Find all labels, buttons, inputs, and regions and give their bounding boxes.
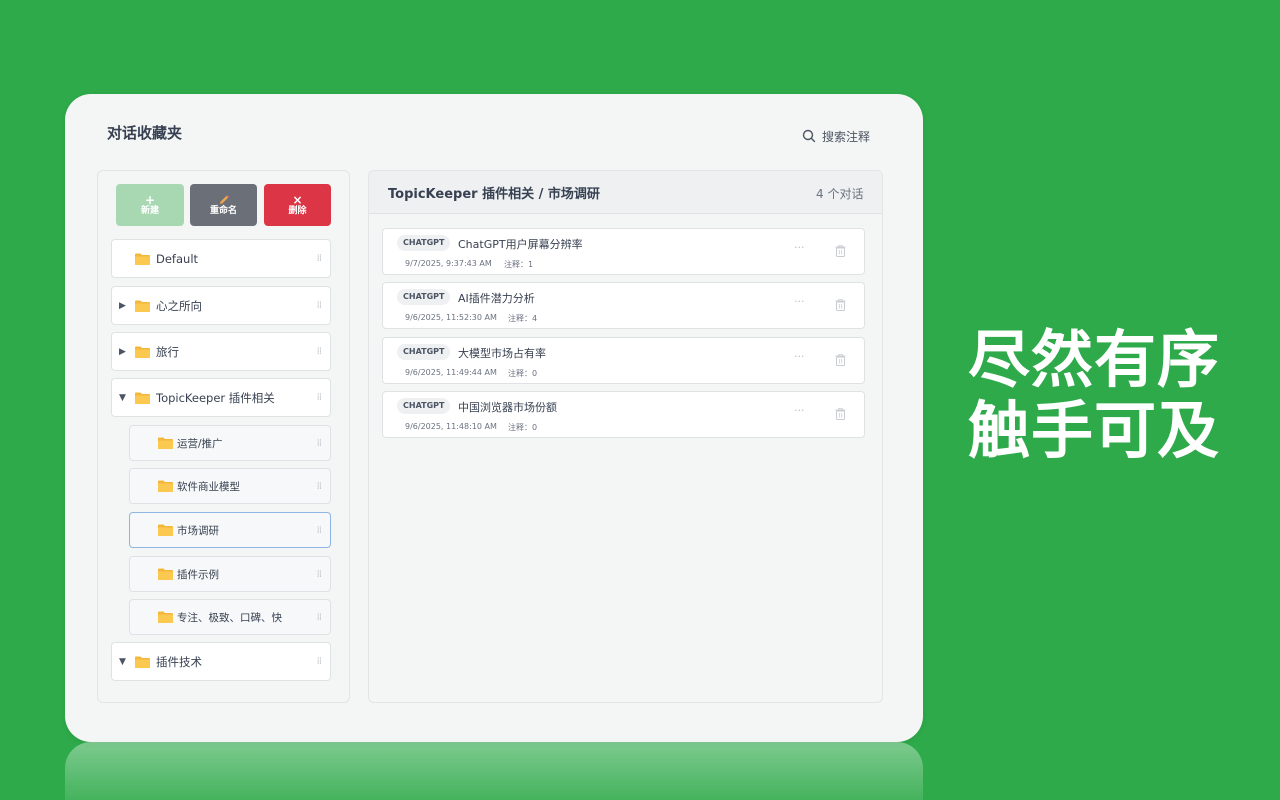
- drag-handle-icon[interactable]: ⁞⁞: [317, 392, 321, 403]
- folder-label: 插件技术: [156, 654, 202, 670]
- drag-handle-icon[interactable]: ⁞⁞: [317, 438, 321, 449]
- note-count: 注释：0: [508, 368, 537, 379]
- folder-icon: [158, 568, 173, 580]
- rename-folder-button[interactable]: 重命名: [190, 184, 257, 226]
- folder-item-lvxing[interactable]: ▶ 旅行 ⁞⁞: [111, 332, 331, 371]
- folder-icon: [158, 611, 173, 623]
- conversation-date: 9/6/2025, 11:52:30 AM: [405, 313, 497, 322]
- folder-item-plugin-tech[interactable]: ▼ 插件技术 ⁞⁞: [111, 642, 331, 681]
- conversation-title[interactable]: 中国浏览器市场份额: [458, 399, 557, 415]
- trash-icon[interactable]: [835, 299, 846, 311]
- slogan-line-1: 尽然有序: [968, 324, 1220, 395]
- slogan-line-2: 触手可及: [968, 395, 1220, 466]
- folder-label: 旅行: [156, 344, 179, 360]
- folder-icon: [158, 524, 173, 536]
- drag-handle-icon[interactable]: ⁞⁞: [317, 525, 321, 536]
- drag-handle-icon[interactable]: ⁞⁞: [317, 300, 321, 311]
- plus-icon: +: [145, 194, 155, 206]
- conversation-date: 9/7/2025, 9:37:43 AM: [405, 259, 492, 268]
- source-badge: CHATGPT: [397, 235, 450, 251]
- conversation-item[interactable]: CHATGPT ChatGPT用户屏幕分辨率 9/7/2025, 9:37:43…: [382, 228, 865, 275]
- drag-handle-icon[interactable]: ⁞⁞: [317, 253, 321, 264]
- subfolder-item-market-research[interactable]: 市场调研 ⁞⁞: [129, 512, 331, 548]
- folder-label: 市场调研: [177, 523, 219, 538]
- search-notes-label: 搜索注释: [822, 128, 870, 145]
- drag-handle-icon[interactable]: ⁞⁞: [317, 656, 321, 667]
- rename-folder-label: 重命名: [210, 206, 237, 217]
- more-options-icon[interactable]: ···: [794, 295, 805, 308]
- breadcrumb: TopicKeeper 插件相关 / 市场调研: [388, 183, 600, 202]
- subfolder-item-focus[interactable]: 专注、极致、口碑、快 ⁞⁞: [129, 599, 331, 635]
- subfolder-item-plugin-examples[interactable]: 插件示例 ⁞⁞: [129, 556, 331, 592]
- folder-icon: [135, 300, 150, 312]
- trash-icon[interactable]: [835, 245, 846, 257]
- conversation-item[interactable]: CHATGPT 中国浏览器市场份额 9/6/2025, 11:48:10 AM …: [382, 391, 865, 438]
- delete-folder-label: 删除: [288, 206, 306, 217]
- folder-label: 软件商业模型: [177, 479, 240, 494]
- more-options-icon[interactable]: ···: [794, 241, 805, 254]
- conversation-title[interactable]: ChatGPT用户屏幕分辨率: [458, 236, 583, 252]
- new-folder-label: 新建: [141, 206, 159, 217]
- conversation-count: 4 个对话: [816, 185, 863, 202]
- note-count: 注释：1: [504, 259, 533, 270]
- drag-handle-icon[interactable]: ⁞⁞: [317, 481, 321, 492]
- drag-handle-icon[interactable]: ⁞⁞: [317, 346, 321, 357]
- close-icon: ×: [292, 194, 302, 206]
- folder-icon: [135, 253, 150, 265]
- conversation-date: 9/6/2025, 11:48:10 AM: [405, 422, 497, 431]
- folder-label: 插件示例: [177, 567, 219, 582]
- folder-label: 专注、极致、口碑、快: [177, 610, 282, 625]
- more-options-icon[interactable]: ···: [794, 350, 805, 363]
- subfolder-item-business-model[interactable]: 软件商业模型 ⁞⁞: [129, 468, 331, 504]
- trash-icon[interactable]: [835, 354, 846, 366]
- collapse-arrow-icon[interactable]: ▼: [119, 657, 126, 667]
- source-badge: CHATGPT: [397, 344, 450, 360]
- folder-icon: [135, 346, 150, 358]
- source-badge: CHATGPT: [397, 289, 450, 305]
- folder-label: 心之所向: [156, 298, 202, 314]
- folder-item-default[interactable]: Default ⁞⁞: [111, 239, 331, 278]
- page-title: 对话收藏夹: [107, 122, 182, 143]
- trash-icon[interactable]: [835, 408, 846, 420]
- slogan: 尽然有序 触手可及: [968, 324, 1220, 466]
- conversation-item[interactable]: CHATGPT 大模型市场占有率 9/6/2025, 11:49:44 AM 注…: [382, 337, 865, 384]
- new-folder-button[interactable]: + 新建: [116, 184, 184, 226]
- drag-handle-icon[interactable]: ⁞⁞: [317, 569, 321, 580]
- conversation-item[interactable]: CHATGPT AI插件潜力分析 9/6/2025, 11:52:30 AM 注…: [382, 282, 865, 329]
- expand-arrow-icon[interactable]: ▶: [119, 347, 126, 357]
- folder-label: 运营/推广: [177, 436, 223, 451]
- folder-item-xinzhi[interactable]: ▶ 心之所向 ⁞⁞: [111, 286, 331, 325]
- search-icon: [802, 129, 816, 143]
- folder-icon: [135, 656, 150, 668]
- panel-reflection: [65, 742, 923, 800]
- conversation-date: 9/6/2025, 11:49:44 AM: [405, 368, 497, 377]
- subfolder-item-yunying[interactable]: 运营/推广 ⁞⁞: [129, 425, 331, 461]
- folder-icon: [158, 480, 173, 492]
- source-badge: CHATGPT: [397, 398, 450, 414]
- conversation-title[interactable]: AI插件潜力分析: [458, 290, 535, 306]
- conversation-title[interactable]: 大模型市场占有率: [458, 345, 546, 361]
- more-options-icon[interactable]: ···: [794, 404, 805, 417]
- folder-icon: [158, 437, 173, 449]
- delete-folder-button[interactable]: × 删除: [264, 184, 331, 226]
- folder-item-topickeeper[interactable]: ▼ TopicKeeper 插件相关 ⁞⁞: [111, 378, 331, 417]
- note-count: 注释：0: [508, 422, 537, 433]
- pencil-icon: [218, 194, 230, 206]
- folder-icon: [135, 392, 150, 404]
- drag-handle-icon[interactable]: ⁞⁞: [317, 612, 321, 623]
- search-notes-button[interactable]: 搜索注释: [802, 127, 870, 145]
- note-count: 注释：4: [508, 313, 537, 324]
- expand-arrow-icon[interactable]: ▶: [119, 301, 126, 311]
- folder-label: TopicKeeper 插件相关: [156, 390, 275, 406]
- collapse-arrow-icon[interactable]: ▼: [119, 393, 126, 403]
- folder-label: Default: [156, 252, 198, 266]
